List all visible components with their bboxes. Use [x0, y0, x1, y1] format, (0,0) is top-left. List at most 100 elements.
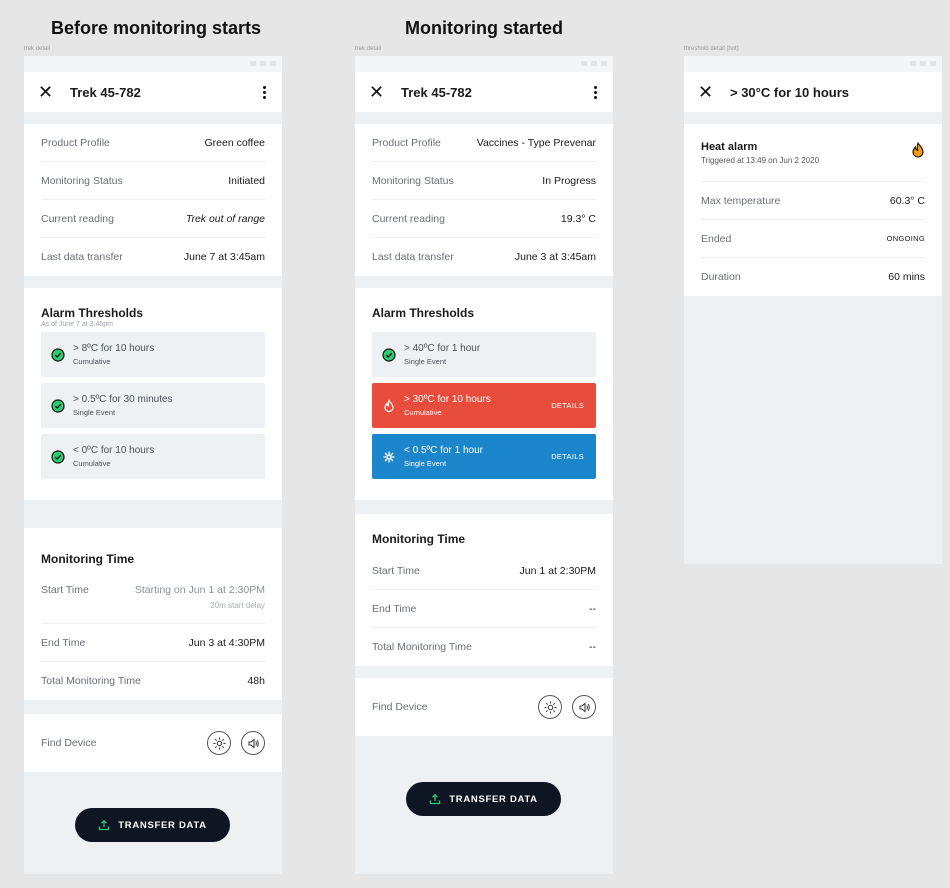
page-title: Trek 45-782: [401, 84, 472, 100]
info-label: Monitoring Status: [372, 174, 454, 187]
check-circle-icon: [51, 398, 65, 413]
detail-value: 60 mins: [888, 271, 925, 283]
board-title-started: Monitoring started: [405, 18, 563, 38]
info-row-last-transfer: Last data transfer June 7 at 3:45am: [41, 238, 265, 276]
details-link[interactable]: DETAILS: [551, 401, 584, 410]
screen-before-monitoring: ✕ Trek 45-782 Product Profile Green coff…: [24, 56, 282, 874]
detail-row-max-temperature: Max temperature 60.3° C: [701, 182, 925, 220]
close-icon[interactable]: ✕: [38, 83, 66, 101]
section-title: Monitoring Time: [41, 552, 135, 566]
alarm-threshold-item[interactable]: > 0.5ºC for 30 minutes Single Event: [41, 383, 265, 428]
monitoring-time-card: Monitoring Time Start Time Jun 1 at 2:30…: [355, 514, 613, 666]
board-title-before: Before monitoring starts: [51, 18, 262, 38]
time-label: Total Monitoring Time: [41, 675, 141, 687]
time-label: Total Monitoring Time: [372, 641, 472, 653]
info-row-monitoring-status: Monitoring Status Initiated: [41, 162, 265, 200]
info-value: 19.3° C: [560, 212, 596, 225]
app-bar: ✕ > 30°C for 10 hours: [684, 72, 942, 112]
info-value: In Progress: [542, 174, 596, 187]
heat-alarm-card: Heat alarm Triggered at 13:49 on Jun 2 2…: [684, 124, 942, 296]
time-value: --: [589, 602, 596, 615]
info-label: Product Profile: [41, 136, 110, 149]
info-label: Current reading: [372, 212, 445, 225]
section-title: Monitoring Time: [372, 532, 466, 546]
time-value: 48h: [247, 675, 265, 687]
status-badge: ONGOING: [886, 234, 925, 243]
more-options-icon[interactable]: [260, 85, 268, 99]
frame-label-mid: trek detail: [355, 46, 382, 52]
check-circle-icon: [51, 449, 65, 464]
close-icon[interactable]: ✕: [369, 83, 397, 101]
transfer-data-button[interactable]: TRANSFER DATA: [75, 808, 230, 842]
transfer-data-label: TRANSFER DATA: [449, 793, 538, 805]
alarm-title: Heat alarm: [701, 140, 758, 153]
section-title: Alarm Thresholds: [372, 306, 475, 320]
alarm-condition: > 40ºC for 1 hour: [404, 343, 481, 354]
section-title: Alarm Thresholds: [41, 306, 144, 320]
light-icon[interactable]: [207, 731, 231, 755]
page-title: > 30°C for 10 hours: [730, 84, 849, 100]
info-value: Initiated: [228, 174, 265, 187]
screen-threshold-detail: ✕ > 30°C for 10 hours Heat alarm Trigger…: [684, 56, 942, 564]
detail-label: Max temperature: [701, 194, 781, 207]
light-icon[interactable]: [538, 695, 562, 719]
info-value: Green coffee: [204, 136, 265, 149]
time-label: End Time: [372, 602, 417, 615]
time-row-start: Start Time Jun 1 at 2:30PM: [372, 552, 596, 590]
alarm-thresholds-card: Alarm Thresholds As of June 7 at 3:45pm …: [24, 288, 282, 500]
transfer-data-button[interactable]: TRANSFER DATA: [406, 782, 561, 816]
sound-icon[interactable]: [572, 695, 596, 719]
upload-icon: [430, 793, 441, 805]
time-value: --: [589, 641, 596, 653]
info-row-current-reading: Current reading Trek out of range: [41, 200, 265, 238]
find-device-row: Find Device: [355, 678, 613, 736]
alarm-condition: < 0ºC for 10 hours: [73, 445, 155, 456]
alarm-threshold-item-cold[interactable]: < 0.5ºC for 1 hour Single Event DETAILS: [372, 434, 596, 479]
details-link[interactable]: DETAILS: [551, 452, 584, 461]
info-value: Vaccines - Type Prevenar: [476, 136, 596, 149]
section-subtitle: As of June 7 at 3:45pm: [41, 321, 113, 328]
alarm-threshold-item[interactable]: > 40ºC for 1 hour Single Event: [372, 332, 596, 377]
detail-label: Duration: [701, 271, 741, 283]
check-circle-icon: [382, 347, 396, 362]
alarm-condition: < 0.5ºC for 1 hour: [404, 445, 483, 456]
start-delay-note: 20m start delay: [210, 601, 265, 610]
detail-row-duration: Duration 60 mins: [701, 258, 925, 296]
alarm-type: Single Event: [73, 408, 116, 417]
time-value: Jun 3 at 4:30PM: [188, 636, 265, 649]
alarm-condition: > 30ºC for 10 hours: [404, 394, 491, 405]
status-bar: [355, 56, 613, 72]
frame-label-right: threshold detail (hot): [684, 46, 739, 52]
more-options-icon[interactable]: [591, 85, 599, 99]
time-row-start: Start Time Starting on Jun 1 at 2:30PM 2…: [41, 576, 265, 624]
start-time-block: Starting on Jun 1 at 2:30PM 20m start de…: [135, 584, 265, 610]
trek-info-card: Product Profile Vaccines - Type Prevenar…: [355, 124, 613, 276]
info-row-monitoring-status: Monitoring Status In Progress: [372, 162, 596, 200]
flame-icon: [382, 398, 396, 413]
info-label: Product Profile: [372, 136, 441, 149]
info-row-current-reading: Current reading 19.3° C: [372, 200, 596, 238]
heat-alarm-header: Heat alarm Triggered at 13:49 on Jun 2 2…: [701, 124, 925, 182]
alarm-threshold-item[interactable]: < 0ºC for 10 hours Cumulative: [41, 434, 265, 479]
alarm-threshold-item-hot[interactable]: > 30ºC for 10 hours Cumulative DETAILS: [372, 383, 596, 428]
alarm-type: Cumulative: [73, 357, 111, 366]
transfer-data-label: TRANSFER DATA: [118, 819, 207, 831]
trek-info-card: Product Profile Green coffee Monitoring …: [24, 124, 282, 276]
alarm-type: Cumulative: [404, 408, 442, 417]
close-icon[interactable]: ✕: [698, 83, 726, 101]
alarm-thresholds-card: Alarm Thresholds > 40ºC for 1 hour Singl…: [355, 288, 613, 500]
info-label: Last data transfer: [41, 251, 123, 263]
time-label: End Time: [41, 636, 86, 649]
flame-icon: [911, 141, 925, 163]
find-device-label: Find Device: [372, 701, 428, 713]
alarm-threshold-item[interactable]: > 8ºC for 10 hours Cumulative: [41, 332, 265, 377]
time-label: Start Time: [41, 584, 89, 596]
status-bar: [24, 56, 282, 72]
sound-icon[interactable]: [241, 731, 265, 755]
find-device-row: Find Device: [24, 714, 282, 772]
alarm-condition: > 8ºC for 10 hours: [73, 343, 155, 354]
alarm-triggered-time: Triggered at 13:49 on Jun 2 2020: [701, 155, 820, 165]
time-label: Start Time: [372, 564, 420, 577]
time-row-end: End Time Jun 3 at 4:30PM: [41, 624, 265, 662]
info-label: Current reading: [41, 212, 114, 225]
